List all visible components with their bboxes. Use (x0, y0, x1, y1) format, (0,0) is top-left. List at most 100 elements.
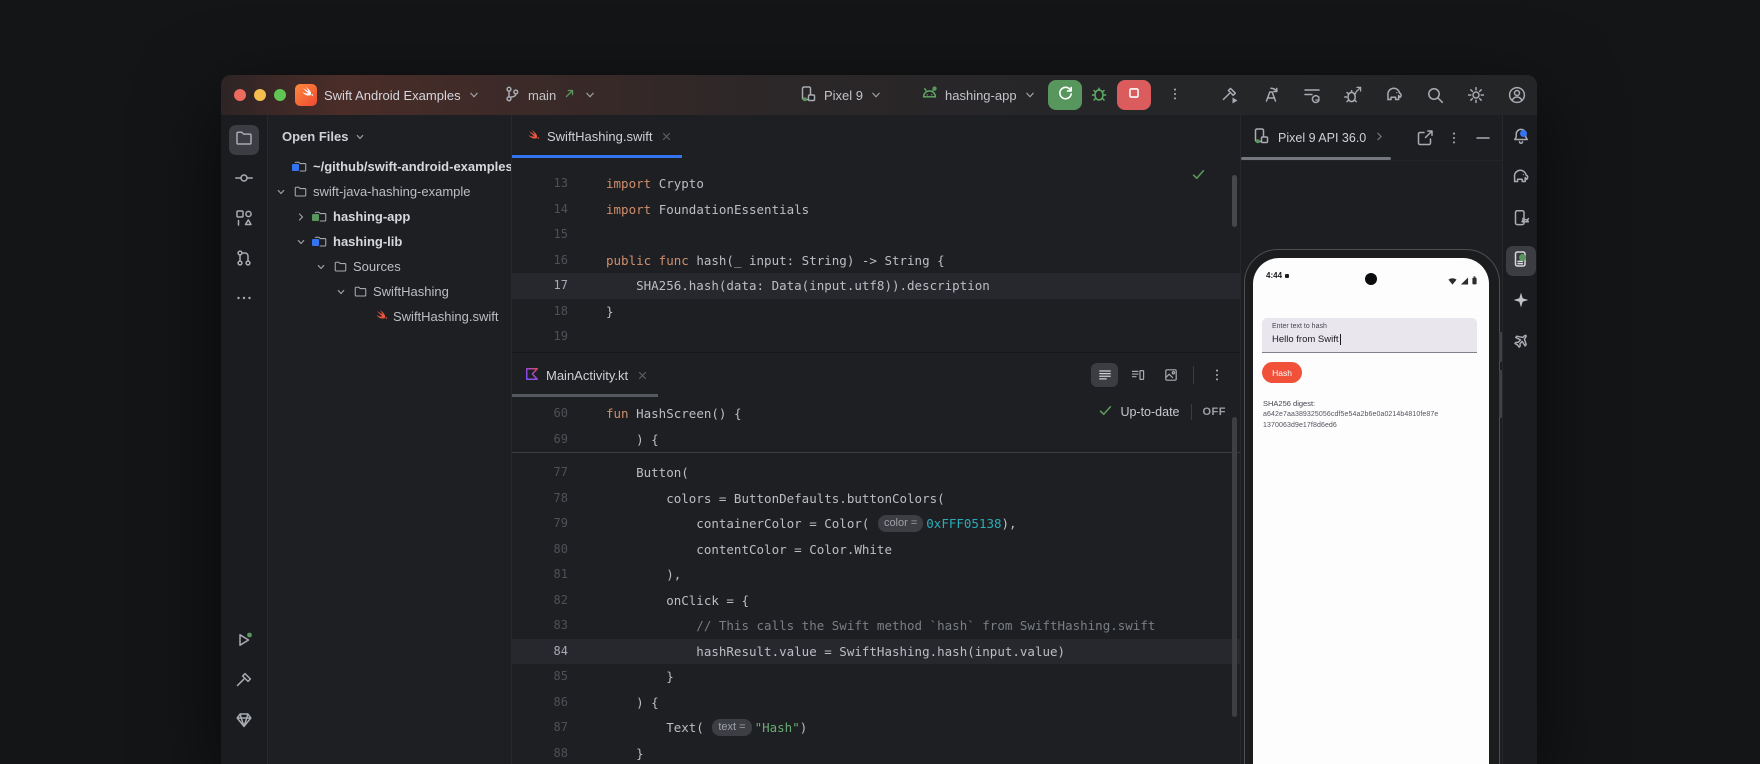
notification-badge (1520, 130, 1527, 137)
sparkle-tool-button[interactable] (1506, 287, 1536, 317)
open-in-window-button[interactable] (1414, 127, 1436, 149)
design-view-button[interactable] (1157, 363, 1184, 387)
tree-item[interactable]: SwiftHashing.swift (268, 304, 511, 329)
code-line[interactable]: 18} (512, 299, 1240, 325)
gear-icon[interactable] (1466, 85, 1486, 105)
close-icon[interactable] (661, 131, 672, 142)
code-area-swift[interactable]: 13import Crypto14import FoundationEssent… (512, 158, 1240, 350)
todo-list-icon[interactable] (1302, 85, 1322, 105)
project-selector[interactable]: Swift Android Examples (324, 75, 481, 115)
tree-item[interactable]: SwiftHashing (268, 279, 511, 304)
project-title: Swift Android Examples (324, 88, 461, 103)
code-area-kotlin[interactable]: 77 Button(78 colors = ButtonDefaults.but… (512, 453, 1240, 764)
code-line[interactable]: 79 containerColor = Color( color =0xFFF0… (512, 511, 1240, 537)
tab-swifthashing[interactable]: SwiftHashing.swift (512, 115, 682, 158)
code-line[interactable]: 13import Crypto (512, 171, 1240, 197)
code-line[interactable]: 88 } (512, 741, 1240, 764)
tree-item-label: Sources (353, 259, 401, 274)
run-config-selector[interactable]: hashing-app (920, 75, 1037, 115)
editor-split-divider[interactable] (512, 352, 1240, 353)
code-line[interactable]: 15 (512, 222, 1240, 248)
tree-item[interactable]: ~/github/swift-android-examples (268, 154, 511, 179)
pull-requests-tool-button[interactable] (229, 245, 259, 275)
module-badge (311, 213, 320, 222)
panel-kebab-icon[interactable] (1443, 127, 1465, 149)
scrollbar-thumb[interactable] (1232, 175, 1237, 227)
device-selector[interactable]: Pixel 9 (798, 75, 883, 115)
editor-split: SwiftHashing.swift 13import Crypto14impo… (512, 115, 1240, 764)
project-view-selector[interactable]: Open Files (268, 115, 511, 150)
running-devices-header: Pixel 9 API 36.0 (1241, 115, 1502, 161)
minimize-window-button[interactable] (254, 89, 266, 101)
hide-panel-button[interactable] (1472, 127, 1494, 149)
tree-expand-chevron[interactable] (292, 211, 310, 223)
right-tool-strip (1502, 115, 1537, 764)
tree-item[interactable]: swift-java-hashing-example (268, 179, 511, 204)
code-line[interactable]: 69 ) { (512, 427, 1240, 453)
debug-button[interactable] (1089, 75, 1109, 115)
tree-expand-chevron[interactable] (292, 236, 310, 248)
module-badge (311, 238, 320, 247)
code-line[interactable]: 83 // This calls the Swift method `hash`… (512, 613, 1240, 639)
editor-kebab-icon[interactable] (1203, 363, 1230, 387)
folder-tool-button[interactable] (229, 125, 259, 155)
tree-expand-chevron[interactable] (312, 261, 330, 273)
code-line[interactable]: 16public func hash(_ input: String) -> S… (512, 248, 1240, 274)
elephant-tool-button[interactable] (1506, 164, 1536, 194)
gem-icon (234, 710, 254, 735)
folder-icon (353, 284, 368, 299)
split-view-button[interactable] (1124, 363, 1151, 387)
elephant-sync-icon[interactable] (1384, 85, 1404, 105)
tab-label: SwiftHashing.swift (547, 129, 652, 144)
hammer-run-icon[interactable] (1220, 85, 1240, 105)
tab-mainactivity[interactable]: MainActivity.kt (512, 353, 658, 397)
code-line[interactable]: 81 ), (512, 562, 1240, 588)
tree-item[interactable]: Sources (268, 254, 511, 279)
code-line[interactable]: 78 colors = ButtonDefaults.buttonColors( (512, 486, 1240, 512)
close-window-button[interactable] (234, 89, 246, 101)
zoom-window-button[interactable] (274, 89, 286, 101)
rerun-button[interactable] (1048, 80, 1082, 110)
phone-screen[interactable]: 4:44 Enter text to hash Hello from Swift… (1253, 258, 1489, 764)
gem-tool-button[interactable] (229, 707, 259, 737)
hash-button[interactable]: Hash (1262, 362, 1302, 383)
run-tool-button[interactable] (229, 627, 259, 657)
close-icon[interactable] (637, 370, 648, 381)
code-line[interactable]: 77 Button( (512, 460, 1240, 486)
bug-arrow-icon[interactable] (1343, 85, 1363, 105)
code-line[interactable]: 82 onClick = { (512, 588, 1240, 614)
preview-off-toggle[interactable]: OFF (1203, 406, 1227, 418)
code-line[interactable]: 14import FoundationEssentials (512, 197, 1240, 223)
magnifier-icon[interactable] (1425, 85, 1445, 105)
hammer-tool-button[interactable] (229, 667, 259, 697)
tree-expand-chevron[interactable] (272, 186, 290, 198)
code-view-button[interactable] (1091, 363, 1118, 387)
scrollbar-thumb[interactable] (1232, 417, 1237, 717)
phone-android-tool-button[interactable] (1506, 205, 1536, 235)
editor-pane-kotlin: MainActivity.kt 60fun HashScreen() {69 )… (512, 353, 1240, 764)
stop-button[interactable] (1117, 80, 1151, 110)
tree-expand-chevron[interactable] (332, 286, 350, 298)
code-line[interactable]: 17 SHA256.hash(data: Data(input.utf8)).d… (512, 273, 1240, 299)
hash-input-field[interactable]: Enter text to hash Hello from Swift (1262, 318, 1477, 353)
tree-item[interactable]: hashing-lib (268, 229, 511, 254)
commit-tool-button[interactable] (229, 165, 259, 195)
more-actions-button[interactable] (1167, 75, 1183, 115)
more-horizontal-tool-button[interactable] (229, 285, 259, 315)
code-line[interactable]: 19 (512, 324, 1240, 350)
running-devices-tool-button[interactable] (1506, 246, 1536, 276)
code-line[interactable]: 86 ) { (512, 690, 1240, 716)
vcs-branch-widget[interactable]: main (502, 75, 597, 115)
letter-a-refresh-icon[interactable] (1261, 85, 1281, 105)
bell-tool-button[interactable] (1506, 123, 1536, 153)
code-line[interactable]: 87 Text( text ="Hash") (512, 715, 1240, 741)
airplane-tool-button[interactable] (1506, 328, 1536, 358)
code-line[interactable]: 84 hashResult.value = SwiftHashing.hash(… (512, 639, 1240, 665)
structure-tool-button[interactable] (229, 205, 259, 235)
code-line[interactable]: 80 contentColor = Color.White (512, 537, 1240, 563)
titlebar: Swift Android Examples main Pixel 9 hash… (221, 75, 1537, 115)
code-line[interactable]: 85 } (512, 664, 1240, 690)
line-number: 69 (512, 427, 584, 453)
person-icon[interactable] (1507, 85, 1527, 105)
tree-item[interactable]: hashing-app (268, 204, 511, 229)
